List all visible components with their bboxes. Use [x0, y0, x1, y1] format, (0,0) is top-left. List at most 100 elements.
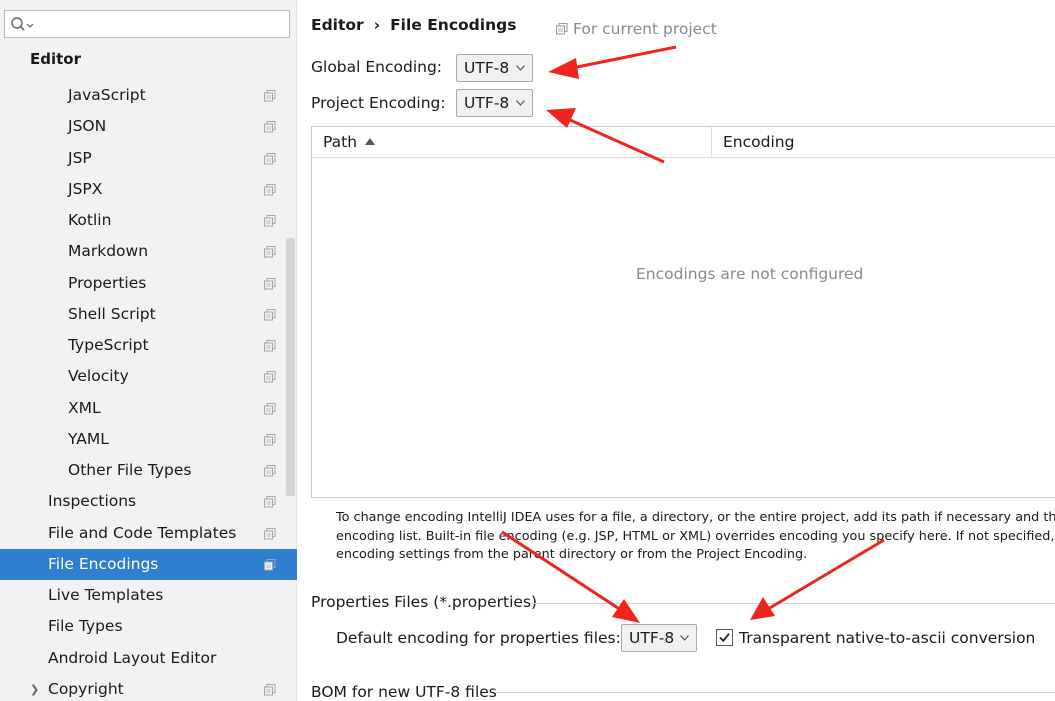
table-header: Path Encoding [312, 127, 1055, 158]
help-text-line: encoding settings from the parent direct… [336, 547, 808, 562]
project-scope-icon [264, 402, 276, 414]
column-divider[interactable] [711, 127, 712, 158]
help-text-line: To change encoding IntelliJ IDEA uses fo… [336, 510, 1055, 525]
column-header-encoding[interactable]: Encoding [723, 127, 794, 158]
native-to-ascii-label[interactable]: Transparent native-to-ascii conversion [739, 629, 1035, 647]
sidebar-item-label: Android Layout Editor [48, 648, 217, 667]
breadcrumb-current: File Encodings [390, 16, 517, 34]
project-encoding-value: UTF-8 [464, 94, 510, 112]
bom-group-title: BOM for new UTF-8 files [311, 683, 497, 701]
sidebar-item-properties[interactable]: Properties [0, 268, 297, 299]
table-empty-message: Encodings are not configured [636, 265, 864, 283]
project-scope-icon [264, 527, 276, 539]
annotation-arrow [548, 45, 677, 79]
sidebar-item-json[interactable]: JSON [0, 111, 297, 142]
native-to-ascii-checkbox[interactable] [716, 629, 733, 646]
sidebar-item-label: File Types [48, 617, 123, 636]
sidebar-item-label: Kotlin [68, 211, 112, 229]
sidebar-item-label: JSPX [68, 179, 103, 198]
properties-encoding-value: UTF-8 [629, 629, 675, 647]
sidebar-item-velocity[interactable]: Velocity [0, 361, 297, 392]
checkmark-icon [719, 633, 730, 643]
chevron-down-icon [516, 100, 525, 106]
sidebar-item-live-templates[interactable]: Live Templates [0, 580, 297, 611]
sidebar-item-kotlin[interactable]: Kotlin [0, 205, 297, 236]
project-scope-icon [264, 433, 276, 446]
chevron-right-icon[interactable]: ❯ [30, 674, 39, 701]
chevron-down-icon [516, 65, 525, 71]
sidebar-item-label: Inspections [48, 492, 137, 511]
project-encoding-label: Project Encoding: [311, 94, 446, 112]
project-scope-icon [264, 465, 276, 477]
project-scope-icon [264, 152, 276, 164]
properties-encoding-select[interactable]: UTF-8 [621, 624, 697, 652]
breadcrumb-parent[interactable]: Editor [311, 16, 364, 34]
settings-sidebar: Editor JavaScript JSON JSP JSPX Kotlin Markdo… [0, 0, 297, 701]
sidebar-item-yaml[interactable]: YAML [0, 424, 297, 455]
settings-search-box[interactable] [4, 10, 290, 38]
project-scope-icon [264, 683, 276, 696]
sidebar-item-typescript[interactable]: TypeScript [0, 330, 297, 361]
sidebar-item-label: JSP [68, 148, 92, 167]
sidebar-item-markdown[interactable]: Markdown [0, 236, 297, 267]
sidebar-section-editor[interactable]: Editor [30, 50, 81, 68]
sidebar-item-javascript[interactable]: JavaScript [0, 80, 297, 111]
sidebar-item-xml[interactable]: XML [0, 393, 297, 424]
search-icon [11, 17, 34, 31]
project-scope-icon [264, 371, 276, 383]
search-input[interactable] [37, 14, 285, 34]
help-text-line: encoding list. Built-in file encoding (e… [336, 528, 1055, 544]
sidebar-item-label: Live Templates [48, 586, 164, 604]
project-encoding-select[interactable]: UTF-8 [456, 89, 533, 117]
scope-hint-text: For current project [573, 20, 717, 38]
sidebar-item-label: JavaScript [68, 86, 146, 104]
sidebar-item-label: XML [68, 398, 101, 417]
project-scope-icon [264, 215, 276, 227]
breadcrumb: Editor › File Encodings [311, 16, 516, 34]
sidebar-item-label: YAML [68, 429, 109, 448]
column-header-path[interactable]: Path [323, 127, 376, 158]
sidebar-item-inspections[interactable]: Inspections [0, 486, 297, 517]
group-separator [532, 603, 1055, 604]
group-separator [496, 692, 1055, 693]
project-scope-icon [264, 246, 276, 258]
sort-ascending-icon [365, 138, 376, 145]
sidebar-item-jspx[interactable]: JSPX [0, 174, 297, 205]
sidebar-item-copyright[interactable]: Copyright ❯ [0, 674, 297, 701]
project-scope-icon [264, 121, 276, 133]
global-encoding-label: Global Encoding: [311, 58, 443, 76]
project-scope-icon [264, 308, 276, 321]
project-scope-icon [264, 558, 276, 571]
sidebar-item-label: File Encodings [48, 554, 159, 573]
sidebar-item-shell-script[interactable]: Shell Script [0, 299, 297, 330]
project-scope-icon [264, 183, 276, 196]
project-scope-icon [264, 496, 276, 508]
sidebar-item-file-encodings[interactable]: File Encodings [0, 548, 297, 580]
sidebar-item-label: Velocity [68, 367, 129, 386]
sidebar-scrollbar[interactable] [286, 238, 295, 496]
sidebar-item-label: JSON [68, 117, 107, 136]
sidebar-item-jsp[interactable]: JSP [0, 143, 297, 174]
project-scope-icon [556, 23, 568, 35]
project-scope-icon [264, 340, 276, 352]
sidebar-item-android-layout-editor[interactable]: Android Layout Editor [0, 643, 297, 674]
project-scope-icon [264, 277, 276, 289]
sidebar-item-label: Copyright [48, 679, 124, 698]
sidebar-item-file-and-code-templates[interactable]: File and Code Templates [0, 518, 297, 549]
sidebar-item-file-types[interactable]: File Types [0, 611, 297, 642]
global-encoding-value: UTF-8 [464, 59, 510, 77]
properties-files-group-title: Properties Files (*.properties) [311, 593, 538, 611]
sidebar-item-label: TypeScript [68, 336, 149, 354]
sidebar-item-label: Markdown [68, 242, 149, 261]
project-scope-icon [264, 90, 276, 102]
encoding-help-text: To change encoding IntelliJ IDEA uses fo… [336, 509, 1055, 565]
encodings-table[interactable]: Path Encoding Encodings are not configur… [311, 126, 1055, 498]
scope-hint: For current project [556, 20, 717, 38]
global-encoding-select[interactable]: UTF-8 [456, 54, 533, 82]
sidebar-item-label: Other File Types [68, 461, 192, 479]
sidebar-item-label: File and Code Templates [48, 523, 237, 542]
sidebar-item-label: Properties [68, 273, 147, 292]
sidebar-item-label: Shell Script [68, 304, 156, 323]
breadcrumb-separator: › [373, 16, 381, 34]
sidebar-item-other-file-types[interactable]: Other File Types [0, 455, 297, 486]
